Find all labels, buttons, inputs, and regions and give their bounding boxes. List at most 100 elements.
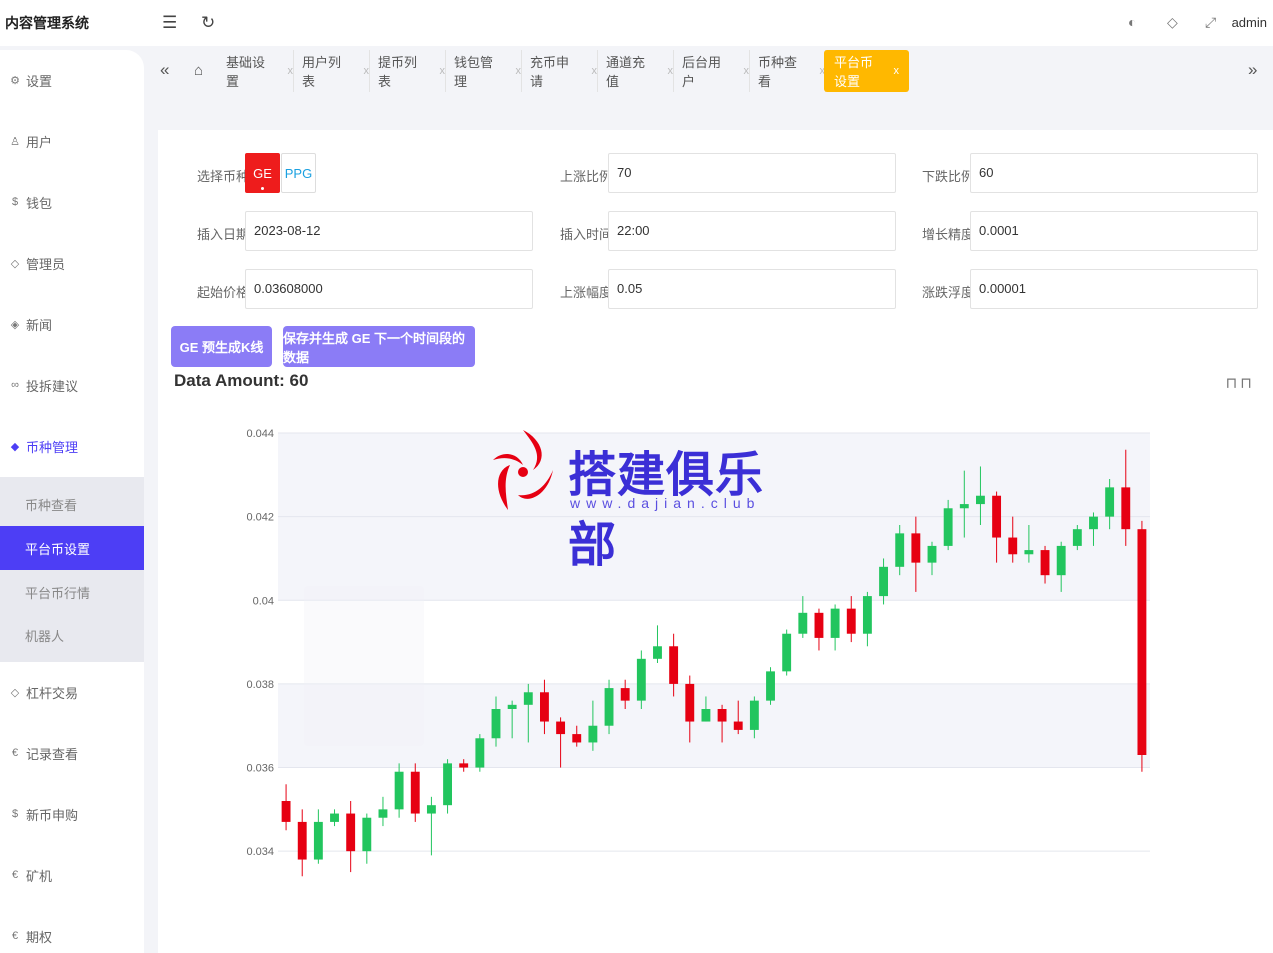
candle[interactable]	[394, 763, 404, 818]
candle[interactable]	[1137, 520, 1147, 772]
candle-body	[911, 533, 921, 563]
candle-body	[685, 683, 695, 722]
candle-body	[636, 658, 646, 701]
gear-icon: ⚙	[10, 74, 20, 87]
candle-body	[959, 504, 969, 509]
refresh-icon[interactable]: ↻	[201, 13, 215, 33]
tab-bar: « ⌂ 基础设置 x 用户列表 x 提币列表 x 钱包管理 x 充币申请 x 通道充值 x …	[156, 48, 1273, 96]
candle-body	[814, 612, 824, 638]
candle-body	[1040, 550, 1050, 576]
wallet-icon: $	[11, 196, 19, 208]
candle-body	[313, 821, 323, 860]
close-icon[interactable]: x	[668, 65, 674, 77]
candle-body	[297, 821, 307, 860]
close-icon[interactable]: x	[440, 65, 446, 77]
candle[interactable]	[297, 809, 307, 877]
diamond-icon: ◆	[10, 440, 20, 453]
user-menu[interactable]: admin	[1232, 15, 1267, 30]
tab-coin-view[interactable]: 币种查看 x	[758, 50, 826, 92]
tabs-scroll-right-icon[interactable]: »	[1248, 60, 1257, 80]
watermark: 搭建俱乐部 www.dajian.club	[488, 425, 788, 573]
menu-toggle-icon[interactable]: ☰	[162, 13, 177, 33]
candle[interactable]	[281, 784, 291, 831]
close-icon[interactable]: x	[288, 65, 294, 77]
sidebar-item-mining[interactable]: € 矿机	[0, 855, 144, 895]
tab-deposit-requests[interactable]: 充币申请 x	[530, 50, 598, 92]
candle-body	[846, 608, 856, 634]
tabs-scroll-left-icon[interactable]: «	[160, 60, 169, 80]
sidebar-item-leverage[interactable]: ◇ 杠杆交易	[0, 672, 144, 712]
candle-body	[943, 508, 953, 546]
close-icon[interactable]: x	[364, 65, 370, 77]
submenu-platform-coin-market[interactable]: 平台币行情	[0, 570, 144, 614]
candle[interactable]	[443, 759, 452, 814]
close-icon[interactable]: x	[894, 65, 900, 77]
y-tick-label: 0.04	[253, 595, 274, 607]
sidebar-item-news[interactable]: ◈ 新闻	[0, 304, 144, 344]
candle[interactable]	[782, 629, 792, 676]
sidebar-item-options[interactable]: € 期权	[0, 916, 144, 953]
candle[interactable]	[814, 608, 824, 651]
dollar-icon: $	[11, 808, 19, 820]
home-icon[interactable]: ⌂	[194, 62, 203, 79]
candle-body	[491, 709, 501, 739]
tab-channel-deposit[interactable]: 通道充值 x	[606, 50, 674, 92]
candle-body	[1008, 537, 1018, 555]
link-icon: ∞	[11, 379, 19, 391]
candle-body	[523, 692, 533, 705]
submenu-robot[interactable]: 机器人	[0, 613, 144, 657]
tab-user-list[interactable]: 用户列表 x	[302, 50, 370, 92]
candle[interactable]	[846, 596, 856, 643]
tab-backend-users[interactable]: 后台用户 x	[682, 50, 750, 92]
sidebar-item-wallet[interactable]: $ 钱包	[0, 182, 144, 222]
candle-body	[1089, 516, 1098, 530]
tab-withdraw-list[interactable]: 提币列表 x	[378, 50, 446, 92]
tab-wallet-management[interactable]: 钱包管理 x	[454, 50, 522, 92]
tag-icon[interactable]: ◇	[1167, 14, 1178, 31]
sidebar-item-admin[interactable]: ◇ 管理员	[0, 243, 144, 283]
tab-platform-coin-settings[interactable]: 平台币设置 x	[824, 50, 909, 92]
submenu-coin-view[interactable]: 币种查看	[0, 482, 144, 526]
candle[interactable]	[426, 796, 436, 856]
sidebar-item-users[interactable]: ♙ 用户	[0, 121, 144, 161]
candle[interactable]	[410, 763, 420, 822]
candle-body	[1121, 487, 1131, 530]
diamond-outline-icon: ◇	[10, 686, 20, 699]
candle[interactable]	[362, 813, 372, 864]
fullscreen-icon[interactable]: ⤢	[1205, 14, 1216, 31]
sidebar-item-settings[interactable]: ⚙ 设置	[0, 60, 144, 100]
close-icon[interactable]: x	[744, 65, 750, 77]
theme-icon[interactable]: ◐	[1128, 14, 1136, 30]
candle-body	[1072, 529, 1082, 546]
candle[interactable]	[653, 625, 662, 663]
candle[interactable]	[475, 734, 485, 772]
candle[interactable]	[378, 796, 388, 827]
sidebar-item-records[interactable]: € 记录查看	[0, 733, 144, 773]
candle-body	[540, 692, 549, 722]
coin-submenu: 币种查看 平台币设置 平台币行情 机器人	[0, 477, 144, 662]
sidebar: ⚙ 设置 ♙ 用户 $ 钱包 ◇ 管理员 ◈ 新闻 ∞ 投拆建议 ◆ 币种管理 币种查看 平台…	[0, 50, 144, 953]
sidebar-item-feedback[interactable]: ∞ 投拆建议	[0, 365, 144, 405]
coin-icon: €	[11, 747, 19, 759]
y-tick-label: 0.038	[246, 679, 274, 691]
sidebar-item-new-coin[interactable]: $ 新币申购	[0, 794, 144, 834]
y-tick-label: 0.044	[246, 428, 274, 440]
tag-icon: ◈	[10, 318, 20, 331]
candle[interactable]	[636, 650, 646, 709]
tab-basic-settings[interactable]: 基础设置 x	[226, 50, 294, 92]
brand-title: 内容管理系统	[5, 15, 89, 31]
submenu-platform-coin-settings[interactable]: 平台币设置	[0, 526, 144, 570]
candle-body	[879, 566, 888, 597]
candle[interactable]	[830, 604, 840, 651]
candle[interactable]	[330, 809, 339, 827]
close-icon[interactable]: x	[592, 65, 598, 77]
sidebar-item-coin-management[interactable]: ◆ 币种管理	[0, 426, 144, 466]
candle[interactable]	[313, 809, 323, 864]
close-icon[interactable]: x	[516, 65, 522, 77]
candle-body	[459, 763, 469, 768]
candle-body	[346, 813, 356, 852]
candle[interactable]	[862, 591, 872, 647]
candle[interactable]	[798, 596, 808, 638]
candle[interactable]	[766, 667, 775, 705]
candle[interactable]	[346, 801, 356, 873]
